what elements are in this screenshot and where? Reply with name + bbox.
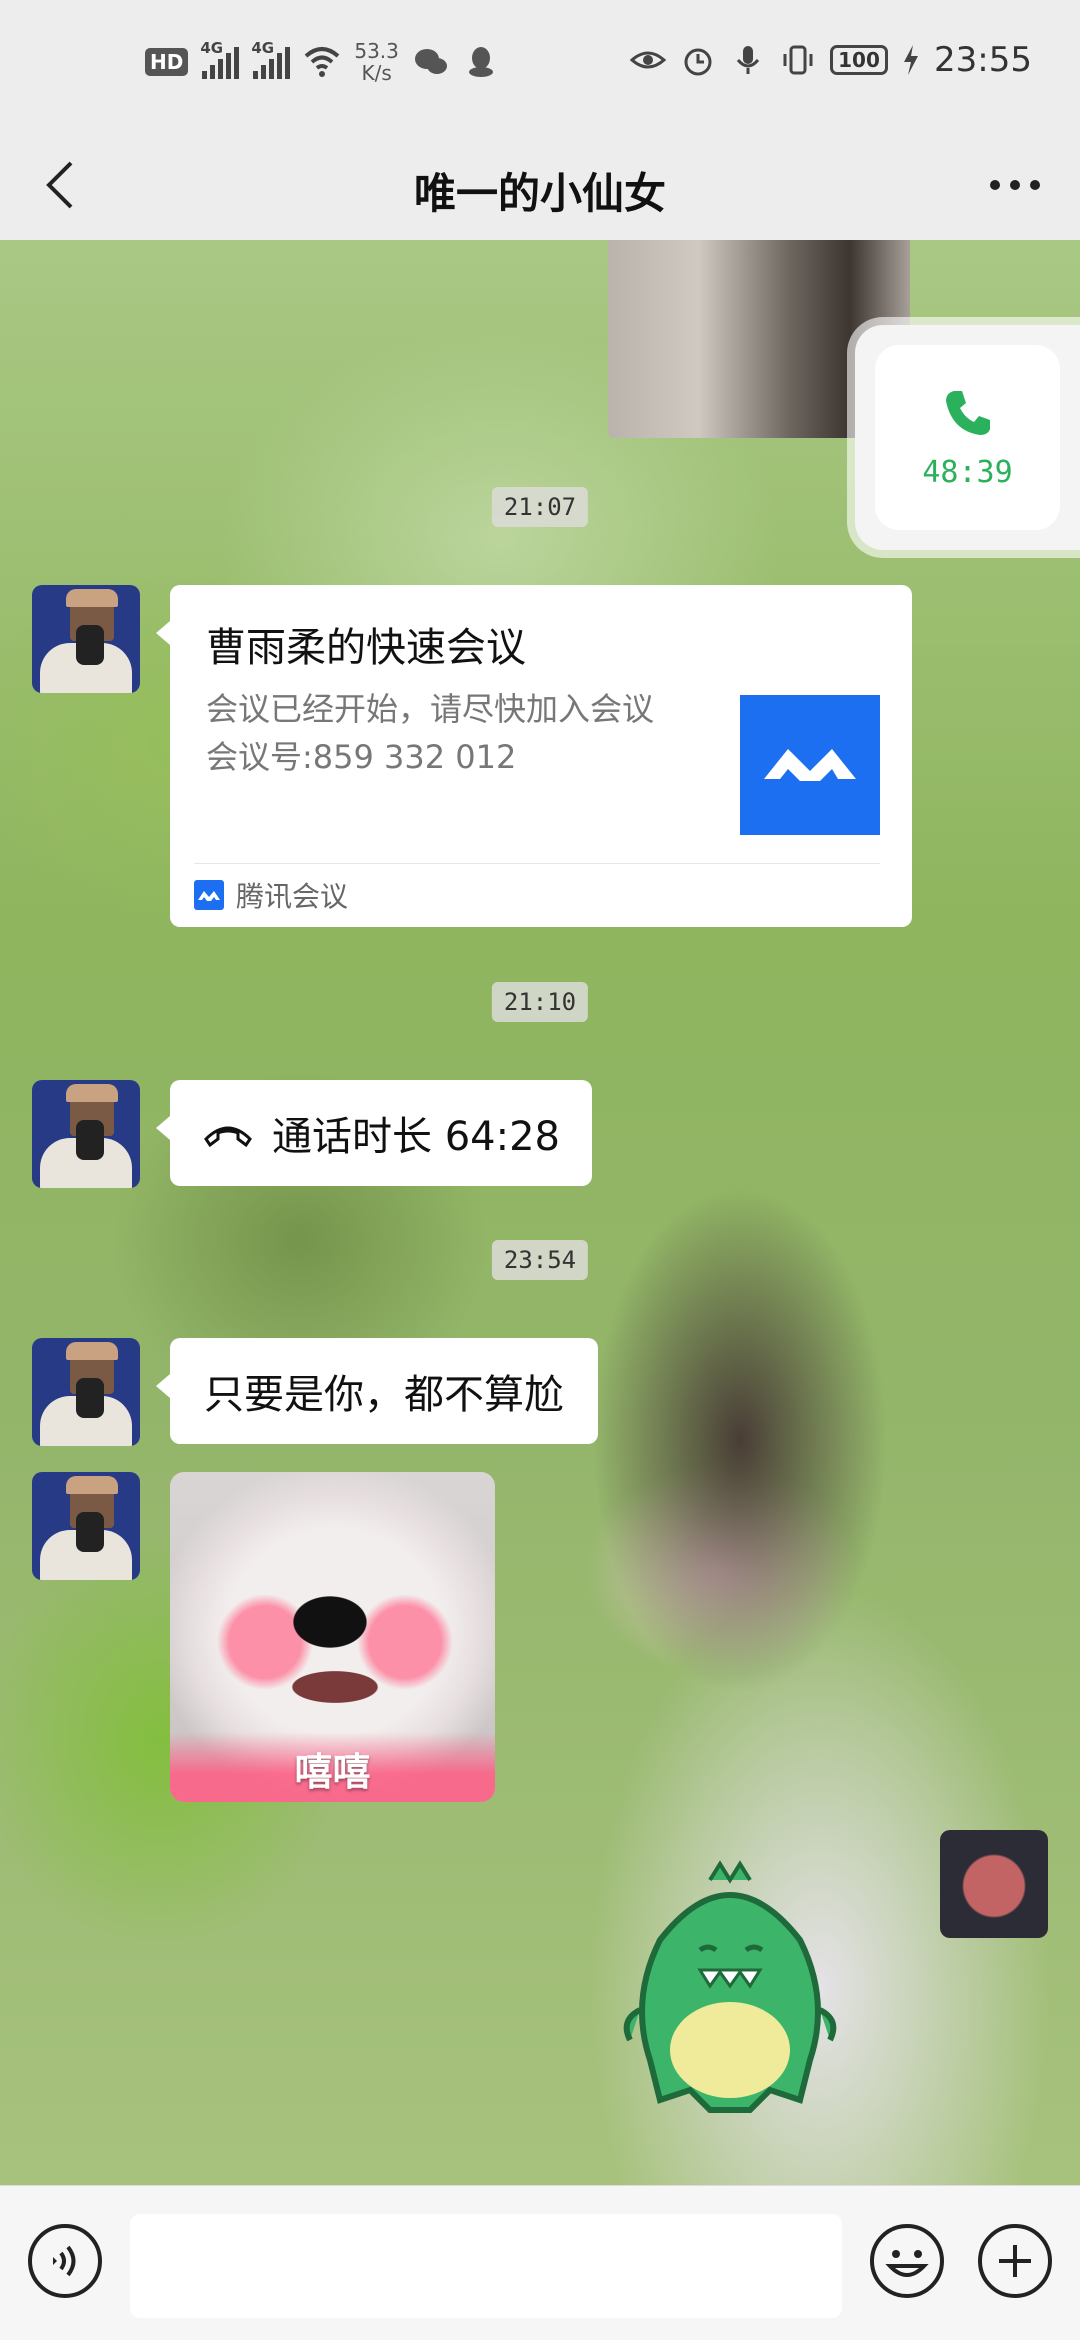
meeting-description: 会议已经开始，请尽快加入会议 会议号:859 332 012: [206, 685, 716, 781]
qq-icon: [468, 47, 493, 77]
alarm-icon: [684, 48, 712, 76]
status-right: 100 23:55: [630, 40, 1032, 80]
meeting-id: 会议号:859 332 012: [206, 738, 517, 776]
status-left: HD 4G 4G 53.3 K/s: [145, 39, 499, 85]
wifi-icon: [305, 47, 340, 77]
status-time: 23:55: [934, 40, 1032, 80]
phone-hangup-icon: [204, 1126, 252, 1147]
sticker-message[interactable]: 嘻嘻: [170, 1472, 495, 1802]
emoji-button[interactable]: [870, 2224, 944, 2298]
chat-title: 唯一的小仙女: [413, 169, 666, 218]
more-icon: [990, 180, 1040, 190]
floating-avatar[interactable]: [940, 1830, 1048, 1938]
status-bar: HD 4G 4G 53.3 K/s 100 23:55: [0, 0, 1080, 130]
avatar[interactable]: [32, 1472, 140, 1580]
plus-icon: [999, 2245, 1031, 2277]
floating-call-window[interactable]: 48:39: [855, 325, 1080, 550]
call-record-message[interactable]: 通话时长 64:28: [156, 1080, 592, 1186]
avatar[interactable]: [32, 585, 140, 693]
message-input[interactable]: [130, 2214, 842, 2318]
emoji-icon: [885, 2250, 929, 2277]
avatar[interactable]: [32, 1338, 140, 1446]
vibrate-icon: [783, 45, 813, 75]
phone-icon: [945, 391, 990, 435]
timestamp: 23:54: [491, 1240, 589, 1280]
call-duration-label: 通话时长 64:28: [272, 1114, 560, 1160]
meeting-card[interactable]: 曹雨柔的快速会议 会议已经开始，请尽快加入会议 会议号:859 332 012 …: [156, 585, 912, 927]
sticker-caption: 嘻嘻: [294, 1750, 371, 1794]
voice-icon: [53, 2245, 76, 2277]
chat-header: 唯一的小仙女: [0, 130, 1080, 240]
message-text: 只要是你，都不算尬: [204, 1372, 564, 1418]
timestamp: 21:07: [491, 487, 589, 527]
divider: [194, 863, 880, 864]
wechat-icon: [414, 49, 447, 74]
signal-icon: 4G: [251, 39, 291, 79]
timestamp: 21:10: [491, 982, 589, 1022]
text-message[interactable]: 只要是你，都不算尬: [156, 1338, 598, 1444]
net-speed: 53.3 K/s: [354, 39, 399, 85]
voice-button[interactable]: [28, 2224, 102, 2298]
meeting-source: 腾讯会议: [194, 875, 348, 915]
meeting-source-label: 腾讯会议: [236, 880, 349, 913]
floating-call-inner: 48:39: [875, 345, 1060, 530]
more-button[interactable]: [980, 152, 1050, 218]
charging-icon: [904, 45, 919, 75]
plus-button[interactable]: [978, 2224, 1052, 2298]
dinosaur-pet-icon[interactable]: [600, 1860, 860, 2140]
eye-icon: [630, 51, 667, 69]
chat-area[interactable]: 48:39 21:07 曹雨柔的快速会议 会议已经开始，请尽快加入会议 会议号:…: [0, 240, 1080, 2185]
signal-icon: 4G: [200, 39, 240, 79]
floating-call-duration: 48:39: [922, 455, 1013, 490]
tencent-meeting-icon: [194, 880, 224, 910]
input-bar: [0, 2185, 1080, 2340]
tencent-meeting-logo-icon: [740, 695, 880, 835]
battery-icon: 100: [830, 45, 889, 75]
hd-icon: HD: [145, 48, 189, 76]
avatar[interactable]: [32, 1080, 140, 1188]
mic-icon: [736, 46, 760, 74]
meeting-title: 曹雨柔的快速会议: [206, 625, 526, 671]
